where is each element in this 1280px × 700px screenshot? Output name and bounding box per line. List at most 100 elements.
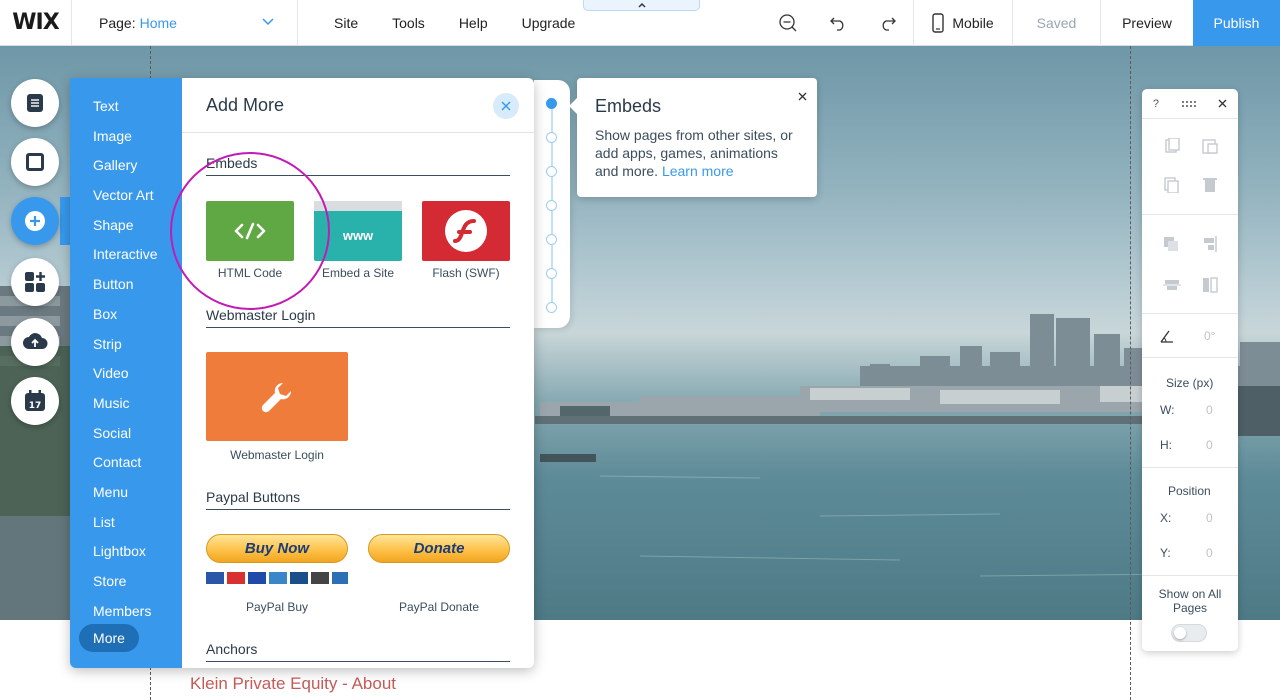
mobile-phone-icon	[932, 13, 945, 33]
page-selector-value: Home	[139, 14, 177, 31]
arrange-icon[interactable]	[1162, 235, 1182, 253]
page-selector[interactable]: Page: Home	[72, 0, 298, 45]
scroll-nav-dot-embeds[interactable]	[546, 98, 557, 109]
rail-background-button[interactable]	[11, 138, 59, 186]
right-toolbar: Mobile Saved Preview Publish	[763, 0, 1280, 46]
close-icon[interactable]	[798, 92, 807, 101]
menu-help[interactable]: Help	[459, 15, 488, 31]
flash-logo-icon	[445, 210, 487, 252]
scroll-nav-dot[interactable]	[546, 234, 557, 245]
scroll-nav-dot[interactable]	[546, 302, 557, 313]
rail-bookings-button[interactable]: 17	[11, 377, 59, 425]
position-title: Position	[1168, 484, 1211, 498]
section-webmaster: Webmaster Login	[206, 307, 510, 328]
duplicate-icon[interactable]	[1162, 177, 1182, 193]
rail-apps-button[interactable]	[11, 258, 59, 306]
saved-status: Saved	[1013, 0, 1101, 46]
webmaster-login-label: Webmaster Login	[230, 448, 324, 462]
add-panel-title: Add More	[206, 94, 285, 115]
paypal-buy-now-tile[interactable]: Buy Now	[206, 534, 348, 563]
category-text[interactable]: Text	[70, 95, 182, 125]
x-input[interactable]: 0	[1206, 511, 1213, 525]
copy-icon[interactable]	[1162, 138, 1182, 154]
category-button[interactable]: Button	[70, 273, 182, 303]
rotation-value[interactable]: 0°	[1204, 329, 1215, 343]
pages-icon	[27, 94, 43, 112]
collapse-toolbar-tab[interactable]	[583, 0, 700, 11]
category-music[interactable]: Music	[70, 392, 182, 422]
rail-upload-button[interactable]	[11, 318, 59, 366]
size-title: Size (px)	[1166, 376, 1214, 390]
category-box[interactable]: Box	[70, 303, 182, 333]
category-vector-art[interactable]: Vector Art	[70, 184, 182, 214]
show-on-all-pages-label: Show on All Pages	[1158, 587, 1222, 615]
undo-icon	[830, 17, 844, 31]
zoom-out-button[interactable]	[763, 0, 813, 46]
section-embeds: Embeds	[206, 155, 510, 176]
height-label: H:	[1160, 438, 1172, 452]
redo-button[interactable]	[863, 0, 913, 46]
category-more[interactable]: More	[79, 624, 139, 652]
divider	[1142, 467, 1238, 468]
x-label: X:	[1160, 511, 1172, 525]
close-panel-button[interactable]	[493, 93, 519, 119]
menu-site[interactable]: Site	[334, 15, 358, 31]
html-code-tile[interactable]	[206, 201, 294, 261]
y-input[interactable]: 0	[1206, 546, 1213, 560]
publish-button[interactable]: Publish	[1193, 0, 1280, 46]
category-video[interactable]: Video	[70, 362, 182, 392]
paypal-donate-tile[interactable]: Donate	[368, 534, 510, 563]
mobile-view-button[interactable]: Mobile	[913, 0, 1013, 46]
menu-upgrade[interactable]: Upgrade	[522, 15, 576, 31]
scroll-nav-dot[interactable]	[546, 166, 557, 177]
menu-tools[interactable]: Tools	[392, 15, 425, 31]
height-input[interactable]: 0	[1206, 438, 1213, 452]
category-interactive[interactable]: Interactive	[70, 243, 182, 273]
divider	[1142, 214, 1238, 215]
paste-icon[interactable]	[1200, 138, 1220, 154]
main-menu: Site Tools Help Upgrade	[298, 0, 609, 45]
close-icon[interactable]	[1218, 99, 1227, 108]
category-list[interactable]: List	[70, 511, 182, 541]
tooltip-body: Show pages from other sites, or add apps…	[595, 126, 799, 180]
match-size-icon[interactable]	[1200, 276, 1220, 294]
www-icon: www	[342, 227, 374, 243]
category-lightbox[interactable]: Lightbox	[70, 540, 182, 570]
properties-toolbar: ? 0° Size (px) W: 0 H: 0 Position X: 0 Y…	[1142, 89, 1238, 651]
category-menu[interactable]: Menu	[70, 481, 182, 511]
learn-more-link[interactable]: Learn more	[662, 163, 734, 179]
category-social[interactable]: Social	[70, 422, 182, 452]
chevron-up-icon	[637, 2, 646, 8]
undo-button[interactable]	[813, 0, 863, 46]
scroll-nav-dot[interactable]	[546, 132, 557, 143]
scroll-nav-dot[interactable]	[546, 268, 557, 279]
flash-tile[interactable]	[422, 201, 510, 261]
width-input[interactable]: 0	[1206, 403, 1213, 417]
category-strip[interactable]: Strip	[70, 333, 182, 363]
preview-button[interactable]: Preview	[1101, 0, 1193, 46]
background-icon	[26, 153, 44, 171]
show-on-all-pages-toggle[interactable]	[1171, 624, 1207, 642]
distribute-row	[1162, 276, 1220, 294]
category-image[interactable]: Image	[70, 125, 182, 155]
trash-icon[interactable]	[1200, 177, 1220, 193]
align-icon[interactable]	[1200, 235, 1220, 253]
drag-handle-icon[interactable]	[1181, 100, 1197, 108]
help-button[interactable]: ?	[1153, 98, 1159, 110]
tooltip-title: Embeds	[595, 96, 662, 116]
rail-add-button[interactable]	[11, 197, 59, 245]
distribute-icon[interactable]	[1162, 276, 1182, 294]
category-shape[interactable]: Shape	[70, 214, 182, 244]
category-gallery[interactable]: Gallery	[70, 154, 182, 184]
category-store[interactable]: Store	[70, 570, 182, 600]
category-list: Text Image Gallery Vector Art Shape Inte…	[70, 78, 182, 668]
section-scroll-nav	[534, 80, 570, 328]
category-contact[interactable]: Contact	[70, 451, 182, 481]
rail-pages-button[interactable]	[11, 79, 59, 127]
webmaster-login-tile[interactable]	[206, 352, 348, 441]
wix-logo[interactable]: WIX	[0, 0, 72, 45]
embed-site-tile[interactable]: www	[314, 201, 402, 261]
add-panel-header: Add More	[182, 78, 534, 133]
footer-text[interactable]: Klein Private Equity - About	[190, 674, 396, 694]
scroll-nav-dot[interactable]	[546, 200, 557, 211]
